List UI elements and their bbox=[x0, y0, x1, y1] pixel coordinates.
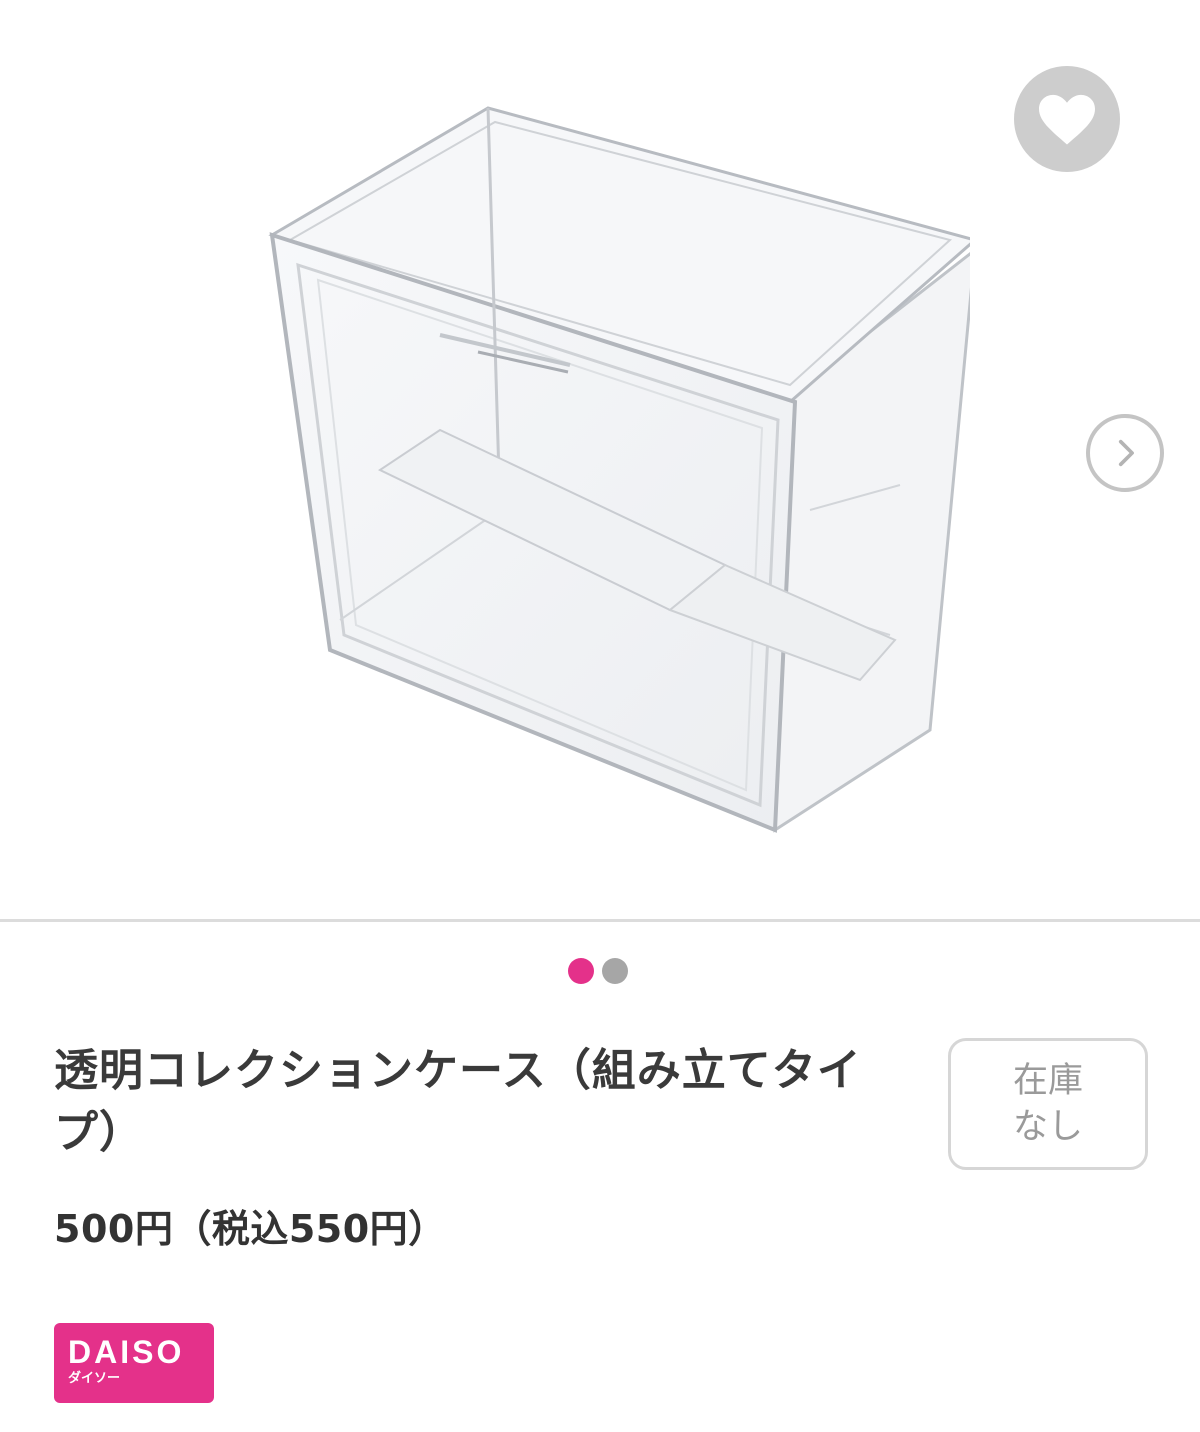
stock-status-line1: 在庫 bbox=[1012, 1061, 1083, 1101]
stock-status-badge: 在庫 なし bbox=[948, 1038, 1148, 1170]
pagination-dot-active[interactable] bbox=[568, 958, 594, 984]
product-title: 透明コレクションケース（組み立てタイプ） bbox=[54, 1045, 862, 1158]
stock-status-line2: なし bbox=[1012, 1107, 1083, 1147]
favorite-button[interactable] bbox=[1014, 66, 1120, 172]
pagination-dot[interactable] bbox=[602, 958, 628, 984]
gallery-divider bbox=[0, 919, 1200, 922]
chevron-right-icon bbox=[1118, 439, 1134, 467]
brand-logo-text: DAISO bbox=[68, 1334, 185, 1370]
gallery-pagination bbox=[568, 958, 628, 984]
heart-icon bbox=[1039, 94, 1095, 145]
daiso-logo[interactable]: DAISO ダイソー bbox=[54, 1323, 214, 1403]
product-image-gallery[interactable] bbox=[0, 0, 1200, 920]
product-price: 500円（税込550円） bbox=[54, 1207, 447, 1251]
next-image-button[interactable] bbox=[1086, 414, 1164, 492]
product-image bbox=[268, 106, 970, 833]
brand-logo-subtext: ダイソー bbox=[68, 1371, 121, 1386]
